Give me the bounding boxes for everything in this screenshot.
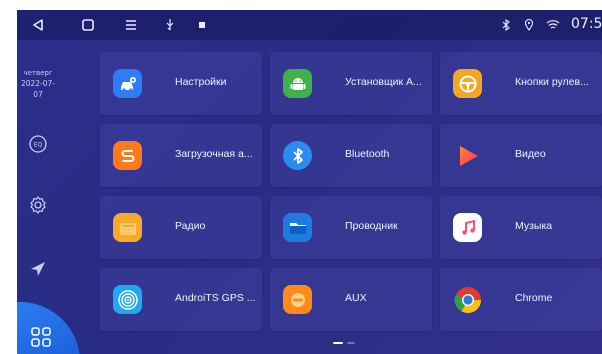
gps-icon (113, 285, 142, 314)
app-label: Музыка (515, 220, 553, 232)
notification-icon (196, 14, 208, 36)
app-tile[interactable]: Кнопки рулев... (440, 52, 602, 115)
app-tile[interactable]: Проводник (270, 196, 432, 259)
folder-icon (283, 213, 312, 242)
app-tile[interactable]: Видео (440, 124, 602, 187)
app-label: Bluetooth (345, 148, 390, 160)
app-tile[interactable]: Музыка (440, 196, 602, 259)
app-tile[interactable]: Chrome (440, 268, 602, 331)
video-play-icon (453, 141, 482, 170)
page-dot[interactable] (347, 342, 355, 344)
app-label: Загрузочная а... (175, 148, 253, 160)
app-tile[interactable]: AUX (270, 268, 432, 331)
page-indicator (333, 342, 363, 346)
navigation-icon[interactable] (26, 257, 50, 281)
chrome-icon (453, 285, 482, 314)
app-label: Установщик А... (345, 76, 422, 88)
svg-text:EQ: EQ (34, 142, 43, 149)
app-label: Видео (515, 148, 546, 160)
app-label: AUX (345, 292, 367, 304)
page-dot-active[interactable] (333, 342, 343, 344)
date-block: четверг 2022-07-07 (17, 68, 59, 100)
app-tile[interactable]: Установщик А... (270, 52, 432, 115)
launcher-screen: 07:5 четверг 2022-07-07 EQ Настройки Уст… (17, 10, 602, 354)
app-tile[interactable]: Настройки (100, 52, 262, 115)
location-icon (522, 14, 536, 36)
date: 2022-07-07 (20, 79, 56, 99)
status-bar: 07:5 (17, 10, 602, 40)
weekday: четверг (23, 69, 53, 77)
bluetooth-status-icon (499, 14, 513, 36)
app-tile[interactable]: Радио (100, 196, 262, 259)
app-label: Кнопки рулев... (515, 76, 589, 88)
apps-grid-icon (30, 326, 52, 352)
usb-icon (163, 14, 177, 36)
eq-icon[interactable]: EQ (26, 132, 50, 156)
app-label: Chrome (515, 292, 553, 304)
app-label: AndroiTS GPS ... (175, 292, 256, 304)
music-icon (453, 213, 482, 242)
app-label: Настройки (175, 76, 227, 88)
app-label: Радио (175, 220, 206, 232)
app-label: Проводник (345, 220, 398, 232)
settings-icon[interactable] (26, 193, 50, 217)
back-icon[interactable] (27, 14, 49, 36)
wifi-icon (545, 14, 561, 36)
steering-wheel-icon (453, 69, 482, 98)
clock: 07:5 (571, 16, 602, 32)
sidebar: четверг 2022-07-07 EQ (17, 52, 80, 354)
settings-car-icon (113, 69, 142, 98)
app-tile[interactable]: Bluetooth (270, 124, 432, 187)
bluetooth-icon (283, 141, 312, 170)
bootanim-icon (113, 141, 142, 170)
app-tile[interactable]: Загрузочная а... (100, 124, 262, 187)
home-icon[interactable] (77, 14, 99, 36)
app-tile[interactable]: AndroiTS GPS ... (100, 268, 262, 331)
android-icon (283, 69, 312, 98)
apps-button[interactable] (17, 302, 80, 354)
menu-icon[interactable] (120, 14, 142, 36)
aux-icon (283, 285, 312, 314)
radio-icon (113, 213, 142, 242)
